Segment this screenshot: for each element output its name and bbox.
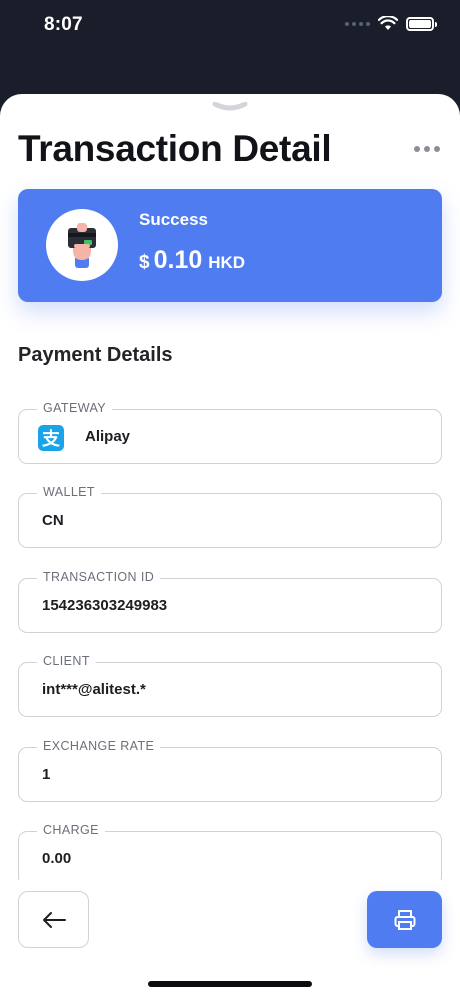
field-value: Alipay <box>85 428 131 445</box>
card-in-hand-icon <box>46 209 118 281</box>
amount-value: 0.10 <box>153 246 203 274</box>
status-icons <box>345 16 437 31</box>
field-value: int***@alitest.* <box>42 681 146 698</box>
transaction-id-field: TRANSACTION ID 154236303249983 <box>18 570 442 633</box>
status-time: 8:07 <box>44 14 83 35</box>
field-label: CHARGE <box>37 823 105 837</box>
home-indicator <box>148 981 312 987</box>
field-label: TRANSACTION ID <box>37 570 161 584</box>
printer-icon <box>394 909 415 930</box>
wifi-icon <box>378 16 398 30</box>
currency-symbol: $ <box>139 252 150 273</box>
section-title: Payment Details <box>18 344 173 366</box>
transaction-sheet: Transaction Detail Success $ 0.10 HKD Pa… <box>0 94 460 996</box>
alipay-icon: 支 <box>38 425 64 451</box>
gateway-field: GATEWAY 支 Alipay <box>18 401 442 464</box>
field-value: 0.00 <box>42 850 72 867</box>
wallet-field: WALLET CN <box>18 485 442 548</box>
field-value: 154236303249983 <box>42 597 168 614</box>
charge-field: CHARGE 0.00 <box>18 823 442 886</box>
more-options-button[interactable] <box>410 142 444 156</box>
field-label: CLIENT <box>37 654 96 668</box>
transaction-status: Success <box>139 210 208 229</box>
field-label: EXCHANGE RATE <box>37 739 161 753</box>
exchange-rate-field: EXCHANGE RATE 1 <box>18 739 442 802</box>
sheet-grabber-icon[interactable] <box>212 102 248 112</box>
transaction-summary-card: Success $ 0.10 HKD <box>18 189 442 302</box>
field-value: 1 <box>42 766 51 783</box>
page-title: Transaction Detail <box>18 128 332 169</box>
back-button[interactable] <box>18 891 89 948</box>
client-field: CLIENT int***@alitest.* <box>18 654 442 717</box>
field-label: WALLET <box>37 485 101 499</box>
field-value: CN <box>42 512 64 529</box>
print-button[interactable] <box>367 891 442 948</box>
battery-icon <box>406 16 437 31</box>
signal-icon <box>345 21 370 26</box>
arrow-left-icon <box>42 911 66 928</box>
field-label: GATEWAY <box>37 401 112 415</box>
status-bar: 8:07 <box>0 0 460 50</box>
transaction-amount: $ 0.10 HKD <box>139 246 245 275</box>
currency-code: HKD <box>208 253 246 272</box>
